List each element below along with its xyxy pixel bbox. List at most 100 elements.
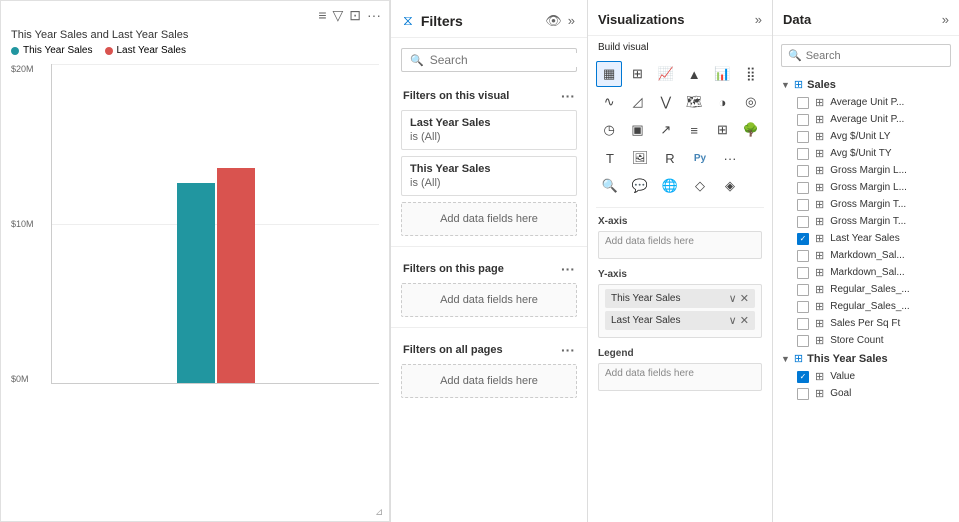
cb-avg-unit-ty[interactable] (797, 148, 809, 160)
cb-gross-margin-l1[interactable] (797, 165, 809, 177)
hamburger-icon[interactable]: ≡ (318, 7, 326, 23)
viz-icon-map[interactable]: 🗺 (681, 89, 707, 115)
tree-item-last-year-sales[interactable]: ✓ ⊞ Last Year Sales (773, 230, 959, 247)
eye-icon[interactable]: 👁 (545, 13, 562, 29)
viz-icon-combo[interactable]: ∿ (596, 89, 622, 115)
add-fields-page-btn[interactable]: Add data fields here (401, 283, 577, 317)
cb-gross-margin-t2[interactable] (797, 216, 809, 228)
tree-item-avg-unit-p1[interactable]: ⊞ Average Unit P... (773, 94, 959, 111)
tree-item-regular-sales2[interactable]: ⊞ Regular_Sales_... (773, 298, 959, 315)
viz-icon-shape[interactable]: R (656, 145, 684, 171)
tree-item-gross-margin-t2[interactable]: ⊞ Gross Margin T... (773, 213, 959, 230)
viz-header: Visualizations » (588, 0, 772, 36)
data-search-input[interactable] (806, 50, 948, 62)
cb-last-year-sales[interactable]: ✓ (797, 233, 809, 245)
cb-gross-margin-l2[interactable] (797, 182, 809, 194)
chip-last-year-actions[interactable]: ∨ ✕ (729, 314, 749, 327)
viz-icon-card[interactable]: ▣ (624, 117, 650, 143)
tree-item-value[interactable]: ✓ ⊞ Value (773, 368, 959, 385)
tree-item-gross-margin-l1[interactable]: ⊞ Gross Margin L... (773, 162, 959, 179)
tree-group-this-year-sales[interactable]: ▼ ⊞ This Year Sales (773, 349, 959, 368)
viz-icon-ai[interactable]: 🔍 (596, 173, 624, 199)
viz-icon-scatter[interactable]: ⣿ (738, 61, 764, 87)
field-icon-1: ⊞ (815, 113, 824, 126)
cb-store-count[interactable] (797, 335, 809, 347)
y-axis-chip-last-year[interactable]: Last Year Sales ∨ ✕ (605, 311, 755, 330)
filter-icon[interactable]: ▽ (332, 7, 343, 24)
viz-icon-waterfall[interactable]: ◿ (624, 89, 650, 115)
viz-icon-kpi[interactable]: ↗ (653, 117, 679, 143)
tree-item-markdown-sal1[interactable]: ⊞ Markdown_Sal... (773, 247, 959, 264)
label-avg-unit-p1: Average Unit P... (830, 97, 951, 108)
y-axis-labels: $20M $10M $0M (11, 64, 34, 384)
legend-box[interactable]: Add data fields here (598, 363, 762, 391)
viz-icon-image[interactable]: 🖼 (626, 145, 654, 171)
viz-icon-funnel[interactable]: ⋁ (653, 89, 679, 115)
tree-item-sales-per-sqft[interactable]: ⊞ Sales Per Sq Ft (773, 315, 959, 332)
page-section-dots[interactable]: ··· (561, 261, 575, 277)
viz-icon-bar2[interactable]: 📊 (709, 61, 735, 87)
cb-goal[interactable] (797, 388, 809, 400)
filters-search-input[interactable] (430, 53, 585, 67)
viz-icon-donut[interactable]: ◎ (738, 89, 764, 115)
tree-group-sales[interactable]: ▼ ⊞ Sales (773, 75, 959, 94)
viz-icon-smart[interactable]: ◈ (716, 173, 744, 199)
viz-icon-tree[interactable]: 🌳 (738, 117, 764, 143)
viz-row-5: 🔍 💬 🌐 ◇ ◈ (596, 173, 764, 199)
add-fields-visual-btn[interactable]: Add data fields here (401, 202, 577, 236)
chevron-right-icon[interactable]: » (568, 13, 575, 29)
viz-icon-table[interactable]: ⊞ (624, 61, 650, 87)
viz-icon-qa[interactable]: 💬 (626, 173, 654, 199)
tree-item-store-count[interactable]: ⊞ Store Count (773, 332, 959, 349)
cb-value[interactable]: ✓ (797, 371, 809, 383)
cb-regular-sales2[interactable] (797, 301, 809, 313)
tree-item-gross-margin-t1[interactable]: ⊞ Gross Margin T... (773, 196, 959, 213)
cb-avg-unit-p1[interactable] (797, 97, 809, 109)
viz-icon-narr[interactable]: ◇ (686, 173, 714, 199)
filter-last-year-title: Last Year Sales (410, 117, 568, 129)
cb-sales-per-sqft[interactable] (797, 318, 809, 330)
filter-card-last-year[interactable]: Last Year Sales is (All) (401, 110, 577, 150)
cb-avg-unit-ly[interactable] (797, 131, 809, 143)
cb-gross-margin-t1[interactable] (797, 199, 809, 211)
chip-this-year-actions[interactable]: ∨ ✕ (729, 292, 749, 305)
bar-this-year[interactable] (177, 183, 215, 383)
viz-icon-line[interactable]: 📈 (653, 61, 679, 87)
tree-item-avg-unit-ly[interactable]: ⊞ Avg $/Unit LY (773, 128, 959, 145)
filters-search-box[interactable]: 🔍 (401, 48, 577, 72)
viz-icon-more[interactable]: ··· (716, 145, 744, 171)
viz-icon-decomp[interactable]: 🌐 (656, 173, 684, 199)
cb-markdown-sal2[interactable] (797, 267, 809, 279)
x-axis-box[interactable]: Add data fields here (598, 231, 762, 259)
all-section-dots[interactable]: ··· (561, 342, 575, 358)
resize-handle[interactable]: ⊿ (375, 507, 385, 517)
tree-item-avg-unit-ty[interactable]: ⊞ Avg $/Unit TY (773, 145, 959, 162)
cb-markdown-sal1[interactable] (797, 250, 809, 262)
viz-icon-py[interactable]: Py (686, 145, 714, 171)
viz-icon-slicer[interactable]: ≡ (681, 117, 707, 143)
more-icon[interactable]: ··· (367, 7, 381, 23)
tree-item-regular-sales1[interactable]: ⊞ Regular_Sales_... (773, 281, 959, 298)
cb-regular-sales1[interactable] (797, 284, 809, 296)
cb-avg-unit-p2[interactable] (797, 114, 809, 126)
add-fields-all-btn[interactable]: Add data fields here (401, 364, 577, 398)
viz-icon-text[interactable]: T (596, 145, 624, 171)
tree-item-gross-margin-l2[interactable]: ⊞ Gross Margin L... (773, 179, 959, 196)
y-axis-chip-this-year[interactable]: This Year Sales ∨ ✕ (605, 289, 755, 308)
viz-icon-pie[interactable]: ◑ (709, 89, 735, 115)
visual-section-dots[interactable]: ··· (561, 88, 575, 104)
legend-item-this-year: This Year Sales (11, 45, 93, 56)
tree-item-markdown-sal2[interactable]: ⊞ Markdown_Sal... (773, 264, 959, 281)
tree-item-goal[interactable]: ⊞ Goal (773, 385, 959, 402)
viz-expand-icon[interactable]: » (755, 12, 762, 27)
viz-icon-gauge[interactable]: ◷ (596, 117, 622, 143)
viz-icon-matrix[interactable]: ⊞ (709, 117, 735, 143)
expand-icon[interactable]: ⊡ (349, 7, 361, 24)
data-expand-icon[interactable]: » (942, 12, 949, 27)
filter-card-this-year[interactable]: This Year Sales is (All) (401, 156, 577, 196)
data-search-box[interactable]: 🔍 (781, 44, 951, 67)
viz-icon-bar[interactable]: ▦ (596, 61, 622, 87)
tree-item-avg-unit-p2[interactable]: ⊞ Average Unit P... (773, 111, 959, 128)
viz-icon-area[interactable]: ▲ (681, 61, 707, 87)
bar-last-year[interactable] (217, 168, 255, 383)
